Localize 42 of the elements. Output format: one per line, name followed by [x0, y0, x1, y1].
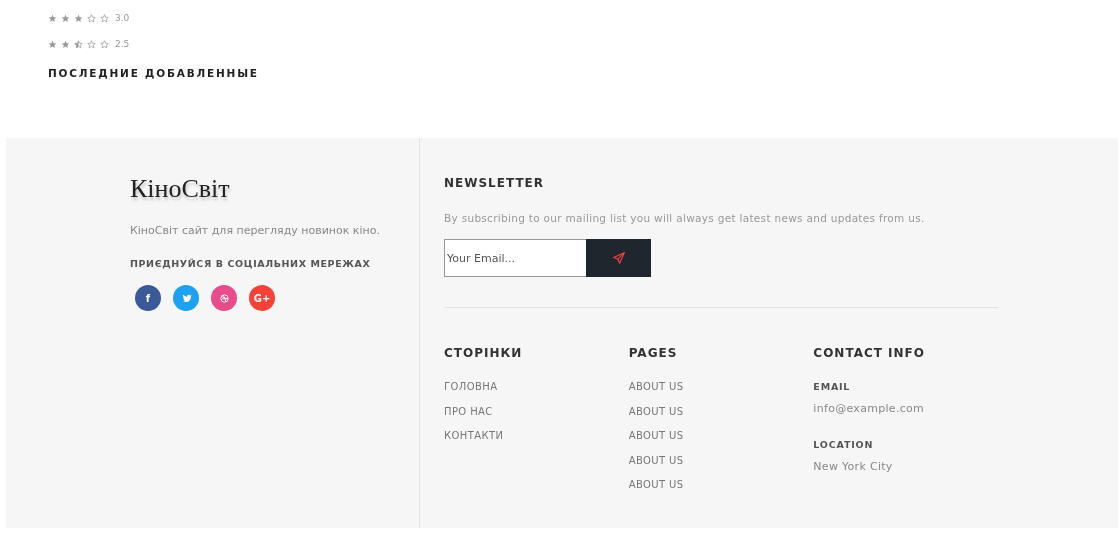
contact-label: EMAIL [813, 381, 851, 392]
footer-link[interactable]: ABOUT US [628, 478, 684, 492]
facebook-button[interactable]: f [135, 285, 161, 311]
contact-label: LOCATION [813, 439, 874, 450]
newsletter-heading: NEWSLETTER [444, 176, 546, 190]
star-icon [74, 39, 83, 49]
star-icon [100, 39, 109, 49]
bird-icon [180, 292, 192, 304]
site-logo[interactable]: КіноСвіт [130, 174, 230, 204]
dribbble-button[interactable] [211, 285, 237, 311]
star-icon [61, 13, 70, 23]
star-icon [100, 13, 109, 23]
star-icon [48, 13, 57, 23]
column-heading: PAGES [628, 346, 678, 360]
rating-value: 2.5 [115, 39, 130, 49]
section-heading: ПОСЛЕДНИЕ ДОБАВЛЕННЫЕ [48, 67, 260, 79]
star-icon [87, 39, 96, 49]
star-icon [87, 13, 96, 23]
site-description: КіноСвіт сайт для перегляду новинок кіно. [130, 224, 381, 237]
footer-link[interactable]: ГОЛОВНА [444, 380, 498, 394]
footer-link[interactable]: ABOUT US [628, 453, 684, 467]
twitter-button[interactable] [173, 285, 199, 311]
footer-link[interactable]: КОНТАКТИ [444, 429, 504, 443]
column-heading: СТОРІНКИ [444, 346, 523, 360]
star-icon [61, 39, 70, 49]
footer-link[interactable]: ПРО НАС [444, 404, 493, 418]
contact-value: New York City [813, 460, 893, 473]
contact-value: info@example.com [813, 402, 925, 415]
send-button[interactable] [586, 239, 651, 277]
star-icon [48, 39, 57, 49]
newsletter-text: By subscribing to our mailing list you will always get latest news and updates from us. [444, 212, 926, 224]
rating-value: 3.0 [115, 13, 130, 23]
ball-icon [218, 292, 230, 304]
footer-link[interactable]: ABOUT US [628, 429, 684, 443]
social-heading: ПРИЄДНУЙСЯ В СОЦІАЛЬНИХ МЕРЕЖАХ [130, 258, 372, 269]
email-field[interactable]: Your Email... [444, 239, 586, 277]
star-icon [74, 13, 83, 23]
google-button[interactable]: G+ [249, 285, 275, 311]
paper-plane-icon [611, 251, 626, 265]
footer-link[interactable]: ABOUT US [628, 380, 684, 394]
column-heading: CONTACT INFO [813, 346, 925, 360]
footer-link[interactable]: ABOUT US [628, 404, 684, 418]
